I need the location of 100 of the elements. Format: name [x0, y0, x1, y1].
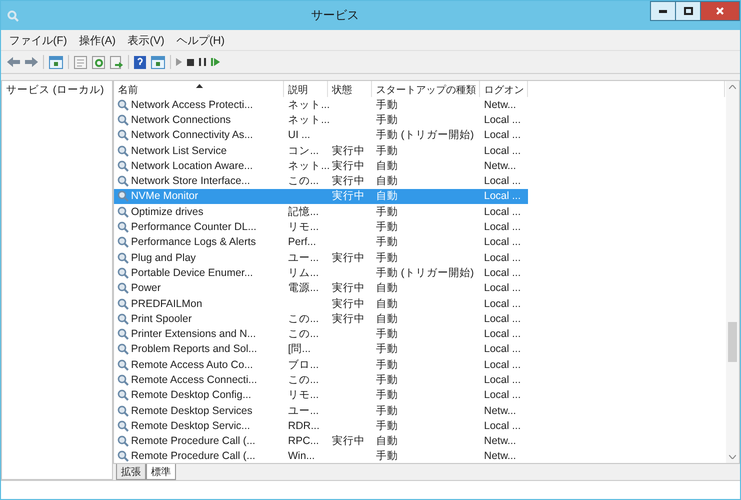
service-row[interactable]: Remote Procedure Call (... RPC... 実行中 自動 Netw...: [114, 434, 528, 449]
window-icon[interactable]: [49, 56, 63, 68]
table-cell-text: この...: [287, 312, 320, 326]
maximize-icon: [684, 7, 692, 15]
table-cell-text: 実行中: [331, 434, 366, 448]
service-row[interactable]: Remote Desktop Services ユー... 手動 Netw...: [114, 402, 528, 418]
table-cell-text: Print Spooler: [131, 312, 193, 325]
table-cell-text: この...: [287, 327, 320, 342]
service-row[interactable]: PREDFAILMon 実行中 自動 Local ...: [114, 296, 528, 312]
table-cell-text: Remote Access Auto Co...: [131, 358, 254, 371]
tab[interactable]: 標準: [146, 464, 176, 480]
table-cell-text: Network Connectivity As...: [131, 129, 254, 142]
scrollbar[interactable]: [726, 81, 739, 463]
table-cell-text: Netw...: [483, 404, 518, 417]
table-cell-text: Local ...: [483, 312, 522, 325]
table-cell-text: 自動: [375, 296, 399, 310]
minimize-icon: [659, 10, 667, 12]
service-row[interactable]: Printer Extensions and N... この... 手動 Local ...: [114, 326, 528, 342]
service-row[interactable]: Network Location Aware... ネット... 実行中 自動 Netw...: [114, 158, 528, 174]
table-cell-text: Remote Desktop Config...: [131, 389, 252, 402]
forward-arrow-icon[interactable]: [25, 56, 38, 68]
table-cell-text: Local ...: [483, 190, 522, 202]
table-cell-text: 手動: [375, 144, 399, 158]
table-cell-text: Performance Counter DL...: [131, 221, 258, 234]
service-row[interactable]: Remote Access Auto Co... ブロ... 手動 Local ...: [114, 357, 528, 372]
scroll-down-icon[interactable]: [729, 455, 736, 459]
service-row[interactable]: Remote Procedure Call (... Win... 手動 Netw...: [114, 448, 528, 463]
table-cell-text: 自動: [375, 174, 399, 188]
table-cell-text: コン...: [287, 144, 320, 158]
table-cell-text: RDR...: [287, 420, 320, 432]
table-cell-text: 手動: [375, 342, 399, 356]
service-row[interactable]: Performance Logs & Alerts Perf... 手動 Local ...: [114, 234, 528, 250]
minimize-button[interactable]: [650, 1, 676, 21]
column-header[interactable]: スタートアップの種類: [372, 81, 480, 97]
back-arrow-icon[interactable]: [7, 56, 20, 68]
pause-icon[interactable]: [199, 58, 206, 66]
service-row[interactable]: Power 電源... 実行中 自動 Local ...: [114, 280, 528, 296]
stop-icon[interactable]: [187, 58, 194, 66]
service-row[interactable]: Remote Desktop Config... リモ... 手動 Local ...: [114, 388, 528, 403]
table-cell-text: Network Connections: [131, 114, 232, 126]
table-cell-text: この...: [287, 372, 320, 387]
table-cell-text: Remote Access Connecti...: [131, 374, 258, 386]
table-cell-text: 手動: [375, 449, 399, 463]
table-cell-text: ブロ...: [287, 358, 320, 372]
play-icon[interactable]: [176, 58, 182, 66]
table-cell-text: Local ...: [483, 175, 522, 188]
service-row[interactable]: Performance Counter DL... リモ... 手動 Local ...: [114, 219, 528, 235]
table-cell-text: Problem Reports and Sol...: [131, 343, 258, 356]
table-cell-text: 実行中: [331, 250, 366, 265]
maximize-button[interactable]: [675, 1, 701, 21]
table-cell-text: Remote Procedure Call (...: [131, 435, 256, 448]
table-cell-text: Local ...: [483, 298, 522, 310]
column-header[interactable]: 状態: [328, 81, 372, 97]
table-cell-text: Local ...: [483, 252, 522, 264]
table-cell-text: 実行中: [331, 281, 366, 296]
window-icon[interactable]: [151, 56, 165, 68]
scroll-up-icon[interactable]: [729, 85, 736, 89]
table-cell-text: 実行中: [331, 189, 366, 204]
service-row[interactable]: Problem Reports and Sol... [問... 手動 Local ...: [114, 342, 528, 358]
export-icon[interactable]: [110, 56, 123, 68]
table-cell-text: Optimize drives: [131, 206, 204, 218]
column-header[interactable]: ログオン: [480, 81, 528, 97]
service-row[interactable]: Remote Desktop Servic... RDR... 手動 Local ...: [114, 418, 528, 434]
help-icon[interactable]: [134, 56, 146, 68]
table-cell-text: Perf...: [287, 236, 318, 248]
column-header[interactable]: 説明: [284, 81, 328, 97]
service-row[interactable]: Network Access Protecti... ネット... 手動 Netw...: [114, 97, 528, 112]
table-cell-text: ネット...: [287, 98, 328, 112]
menu-item[interactable]: 表示(V): [128, 33, 164, 47]
table-cell-text: UI ...: [287, 129, 312, 142]
table-cell-text: 手動: [375, 372, 399, 387]
table-cell-text: Portable Device Enumer...: [131, 266, 254, 279]
menu-item[interactable]: ヘルプ(H): [176, 33, 225, 47]
table-cell-text: RPC...: [287, 435, 320, 448]
tree-item[interactable]: サービス (ローカル): [6, 83, 108, 97]
menu-item[interactable]: ファイル(F): [9, 33, 68, 47]
table-cell-text: 自動: [375, 281, 399, 296]
menu-item[interactable]: 操作(A): [79, 33, 116, 47]
service-row[interactable]: Remote Access Connecti... この... 手動 Local ...: [114, 372, 528, 388]
service-row[interactable]: Network Store Interface... この... 実行中 自動 Local ...: [114, 173, 528, 189]
table-cell-text: ユー...: [287, 250, 320, 265]
service-row[interactable]: Network Connectivity As... UI ... 手動 (トリガー開始) Local ...: [114, 128, 528, 143]
refresh-icon[interactable]: [92, 56, 105, 68]
service-row[interactable]: Portable Device Enumer... リム... 手動 (トリガー開始) Local ...: [114, 265, 528, 281]
window-title: サービス: [310, 7, 360, 24]
tab[interactable]: 拡張: [116, 464, 146, 480]
table-cell-text: 自動: [375, 158, 399, 173]
table-cell-text: [問...: [287, 342, 312, 356]
service-row[interactable]: Network List Service コン... 実行中 手動 Local ...: [114, 142, 528, 158]
resume-icon[interactable]: [211, 58, 220, 66]
table-cell-text: この...: [287, 174, 320, 188]
service-row[interactable]: Network Connections ネット... 手動 Local ...: [114, 112, 528, 128]
scroll-thumb[interactable]: [728, 322, 737, 362]
table-cell-text: 手動: [375, 358, 399, 372]
close-button[interactable]: [700, 1, 740, 21]
service-row[interactable]: Print Spooler この... 実行中 自動 Local ...: [114, 311, 528, 326]
table-cell-text: ネット...: [287, 112, 328, 127]
service-row[interactable]: Optimize drives 記憶... 手動 Local ...: [114, 204, 528, 220]
service-row[interactable]: Plug and Play ユー... 実行中 手動 Local ...: [114, 250, 528, 266]
document-icon[interactable]: [74, 56, 87, 68]
